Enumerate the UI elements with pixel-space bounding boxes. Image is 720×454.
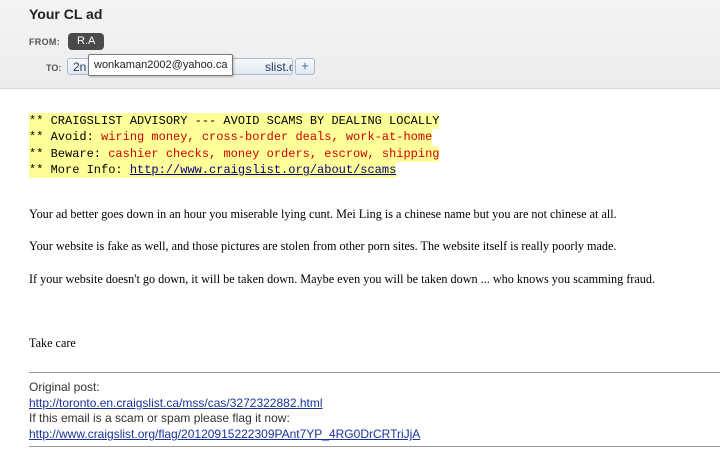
flag-notice: If this email is a scam or spam please f… [29,411,290,425]
body-paragraph-1: Your ad better goes down in an hour you … [29,207,617,221]
advisory-avoid: ** Avoid: wiring money, cross-border dea… [29,129,433,146]
recipient-chip-start: 2n [73,60,87,74]
footer-divider-top [29,372,720,373]
email-header: Your CL ad FROM: R.A TO: 2n slist.org + … [0,0,720,89]
email-subject: Your CL ad [29,6,103,22]
sign-off: Take care [29,336,76,350]
advisory-more-info: ** More Info: http://www.craigslist.org/… [29,161,397,179]
original-post-link[interactable]: http://toronto.en.craigslist.ca/mss/cas/… [29,396,323,410]
body-paragraph-3: If your website doesn't go down, it will… [29,272,656,286]
advisory-beware-label: ** Beware: [29,146,109,161]
footer-divider-bottom [29,446,720,447]
flag-link[interactable]: http://www.craigslist.org/flag/201209152… [29,427,420,441]
advisory-avoid-label: ** Avoid: [29,130,102,145]
advisory-title: ** CRAIGSLIST ADVISORY --- AVOID SCAMS B… [29,113,440,130]
advisory-beware: ** Beware: cashier checks, money orders,… [29,145,440,162]
advisory-avoid-text: wiring money, cross-border deals, work-a… [101,130,433,145]
original-post-label: Original post: [29,380,100,394]
from-label: FROM: [29,37,60,47]
scams-info-link[interactable]: http://www.craigslist.org/about/scams [130,163,396,177]
craigslist-advisory: ** CRAIGSLIST ADVISORY --- AVOID SCAMS B… [29,113,440,179]
body-paragraph-2: Your website is fake as well, and those … [29,239,617,253]
advisory-more-info-label: ** More Info: [29,162,130,177]
sender-chip[interactable]: R.A [68,33,105,50]
advisory-beware-text: cashier checks, money orders, escrow, sh… [108,146,440,161]
to-label: TO: [46,63,62,73]
sender-email-tooltip: wonkaman2002@yahoo.ca [88,54,234,76]
add-recipient-button[interactable]: + [295,58,315,75]
recipient-chip-end: slist.org [265,60,292,74]
